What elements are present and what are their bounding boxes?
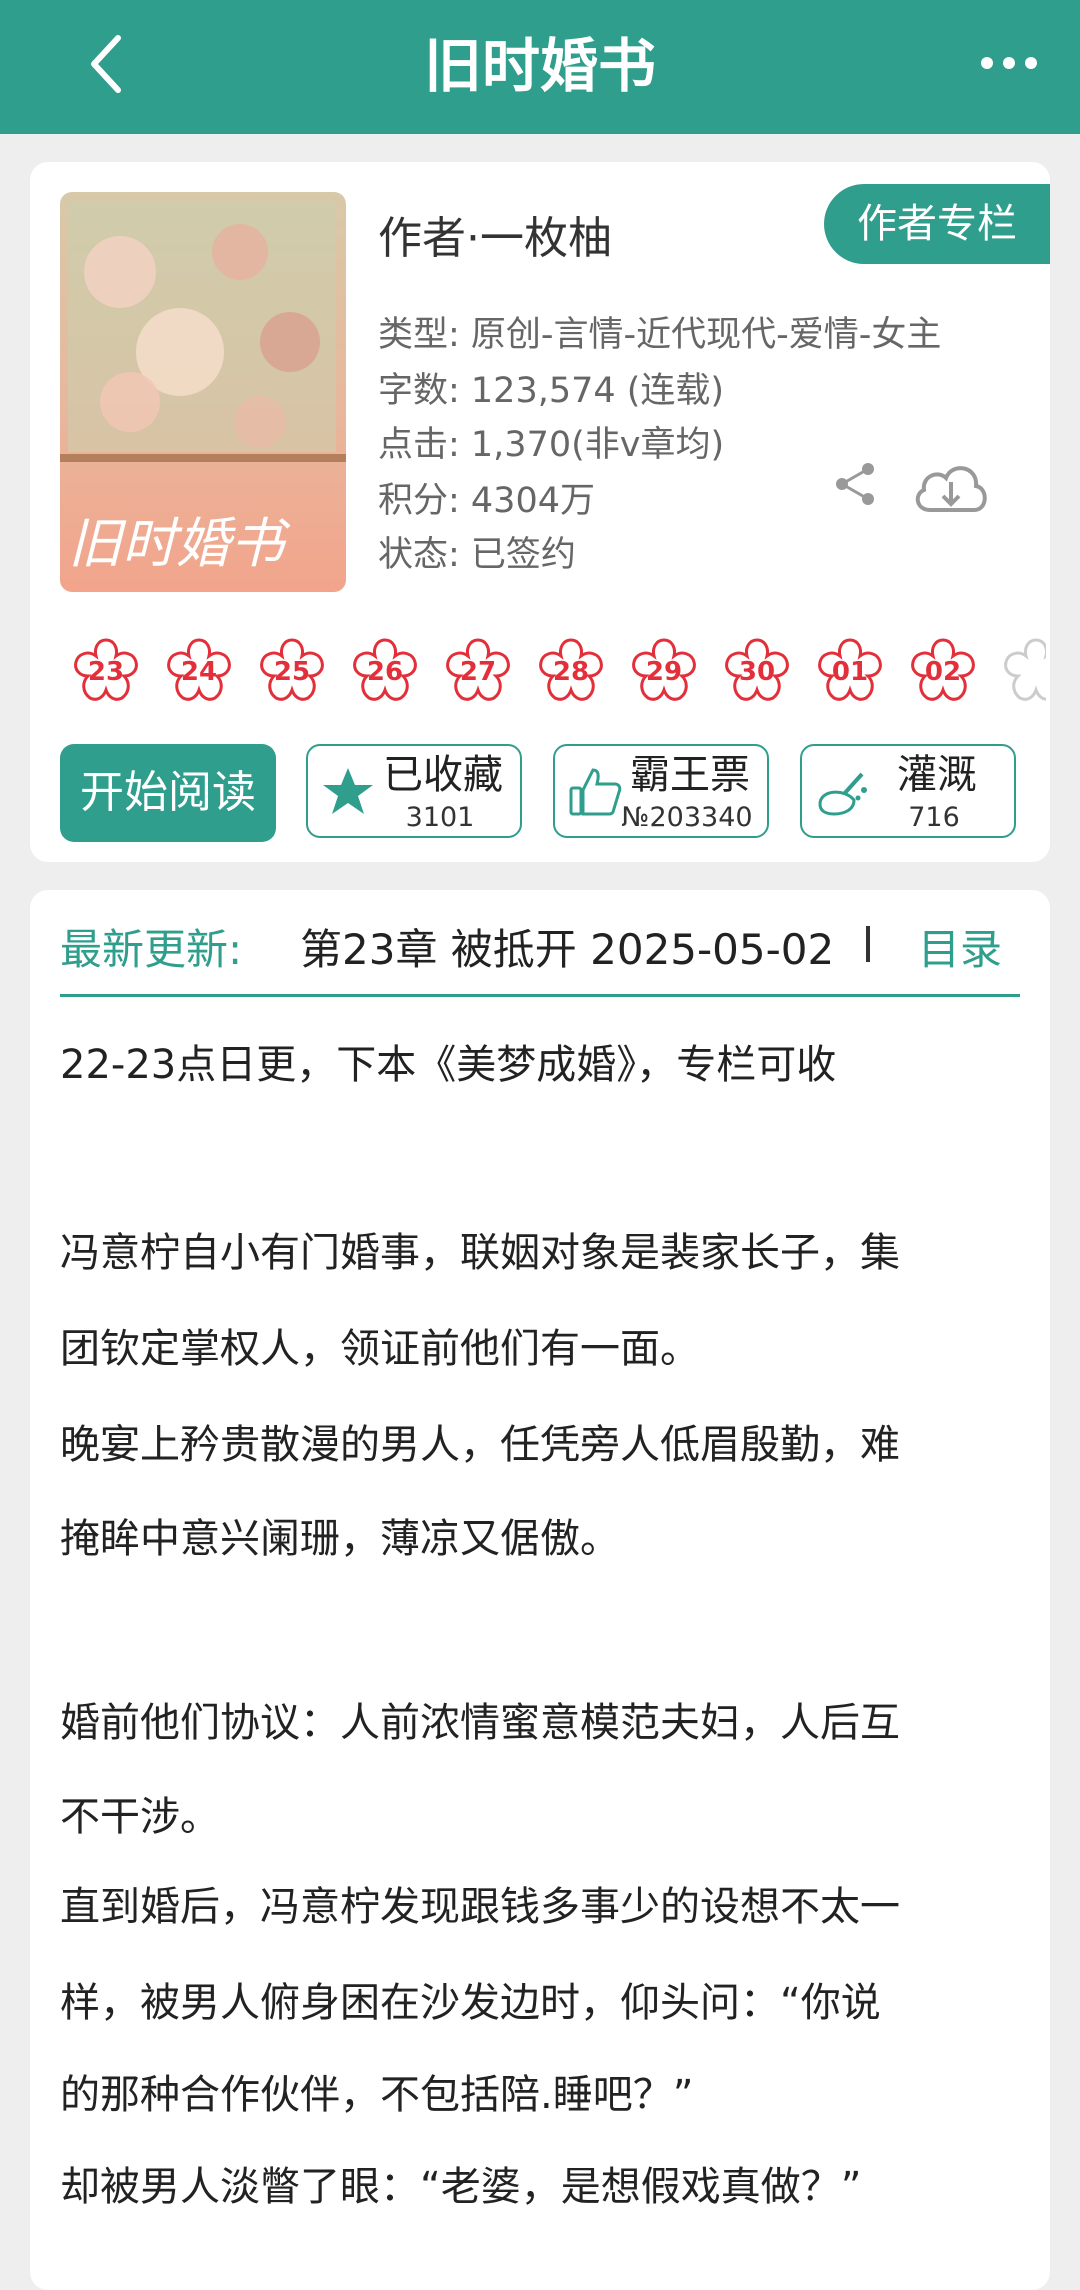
chapter-number: 02 xyxy=(924,657,962,687)
underline-divider xyxy=(60,994,1020,997)
top-bar: 旧时婚书 xyxy=(0,0,1080,134)
intro-line: 冯意柠自小有门婚事，联姻对象是裴家长子，集 xyxy=(60,1230,900,1276)
favorite-label: 已收藏 xyxy=(383,752,503,798)
intro-line: 却被男人淡瞥了眼：“老婆，是想假戏真做？” xyxy=(60,2164,862,2210)
chapter-flower[interactable]: 24 xyxy=(159,632,239,712)
intro-line: 团钦定掌权人，领证前他们有一面。 xyxy=(60,1326,700,1372)
meta-clicks: 点击: 1,370(非v章均) xyxy=(378,425,725,465)
cover-title: 旧时婚书 xyxy=(68,512,291,575)
chapter-flower-list: 23 24 25 26 27 28 29 30 01 02 xyxy=(66,632,1046,712)
intro-line: 不干涉。 xyxy=(60,1794,220,1840)
ticket-label: 霸王票 xyxy=(630,752,750,798)
intro-card: 最新更新: 第23章 被抵开 2025-05-02 目录 22-23点日更，下本… xyxy=(30,890,1050,2290)
favorite-button[interactable]: 已收藏 3101 xyxy=(306,744,522,838)
water-count: 716 xyxy=(908,802,960,833)
share-icon[interactable] xyxy=(832,460,880,508)
chapter-number: 01 xyxy=(831,657,869,687)
chapter-number: 25 xyxy=(273,657,311,687)
intro-line: 22-23点日更，下本《美梦成婚》，专栏可收 xyxy=(60,1042,837,1088)
meta-score: 积分: 4304万 xyxy=(378,481,595,521)
ticket-count: №203340 xyxy=(621,802,753,833)
book-info-card: 旧时婚书 作者·一枚柚 作者专栏 类型: 原创-言情-近代现代-爱情-女主 字数… xyxy=(30,162,1050,862)
meta-status: 状态: 已签约 xyxy=(378,535,576,575)
cover-illustration: 旧时婚书 xyxy=(60,192,346,592)
latest-chapter-link[interactable]: 第23章 被抵开 2025-05-02 xyxy=(300,916,840,977)
intro-line: 样，被男人俯身困在沙发边时，仰头问：“你说 xyxy=(60,1980,881,2026)
table-of-contents-link[interactable]: 目录 xyxy=(918,916,1002,977)
author-name[interactable]: 作者·一枚柚 xyxy=(378,202,612,266)
chapter-flower[interactable]: 25 xyxy=(252,632,332,712)
page-title: 旧时婚书 xyxy=(423,32,656,100)
divider xyxy=(866,926,870,962)
meta-type: 类型: 原创-言情-近代现代-爱情-女主 xyxy=(378,315,942,355)
water-button[interactable]: 灌溉 716 xyxy=(800,744,1016,838)
chapter-number: 30 xyxy=(738,657,776,687)
chapter-flower[interactable]: 23 xyxy=(66,632,146,712)
intro-line: 的那种合作伙伴，不包括陪.睡吧？” xyxy=(60,2072,694,2118)
chapter-flower[interactable]: 26 xyxy=(345,632,425,712)
chapter-number: 27 xyxy=(459,657,497,687)
favorite-count: 3101 xyxy=(405,802,475,833)
chapter-number: 29 xyxy=(645,657,683,687)
chapter-flower[interactable]: 02 xyxy=(903,632,983,712)
chapter-number: 23 xyxy=(87,657,125,687)
ticket-button[interactable]: 霸王票 №203340 xyxy=(553,744,769,838)
intro-line: 婚前他们协议：人前浓情蜜意模范夫妇，人后互 xyxy=(60,1700,900,1746)
intro-line: 晚宴上矜贵散漫的男人，任凭旁人低眉殷勤，难 xyxy=(60,1422,900,1468)
chapter-number: 26 xyxy=(366,657,404,687)
chapter-number: 28 xyxy=(552,657,590,687)
chapter-flower[interactable]: 28 xyxy=(531,632,611,712)
chapter-number: 24 xyxy=(180,657,218,687)
start-reading-button[interactable]: 开始阅读 xyxy=(60,744,276,842)
author-column-button[interactable]: 作者专栏 xyxy=(824,184,1050,264)
flower-icon xyxy=(1004,638,1046,701)
download-icon[interactable] xyxy=(910,456,992,520)
latest-update-label: 最新更新: xyxy=(60,925,243,974)
book-cover[interactable]: 旧时婚书 xyxy=(60,192,346,592)
chapter-flower[interactable]: 27 xyxy=(438,632,518,712)
intro-line: 直到婚后，冯意柠发现跟钱多事少的设想不太一 xyxy=(60,1884,900,1930)
water-label: 灌溉 xyxy=(897,752,977,798)
chapter-flower-partial[interactable] xyxy=(996,632,1046,712)
intro-line: 掩眸中意兴阑珊，薄凉又倨傲。 xyxy=(60,1516,620,1562)
more-options-icon[interactable] xyxy=(974,28,1044,98)
meta-words: 字数: 123,574 (连载) xyxy=(378,371,725,411)
chapter-flower[interactable]: 29 xyxy=(624,632,704,712)
chapter-flower[interactable]: 01 xyxy=(810,632,890,712)
chapter-flower[interactable]: 30 xyxy=(717,632,797,712)
